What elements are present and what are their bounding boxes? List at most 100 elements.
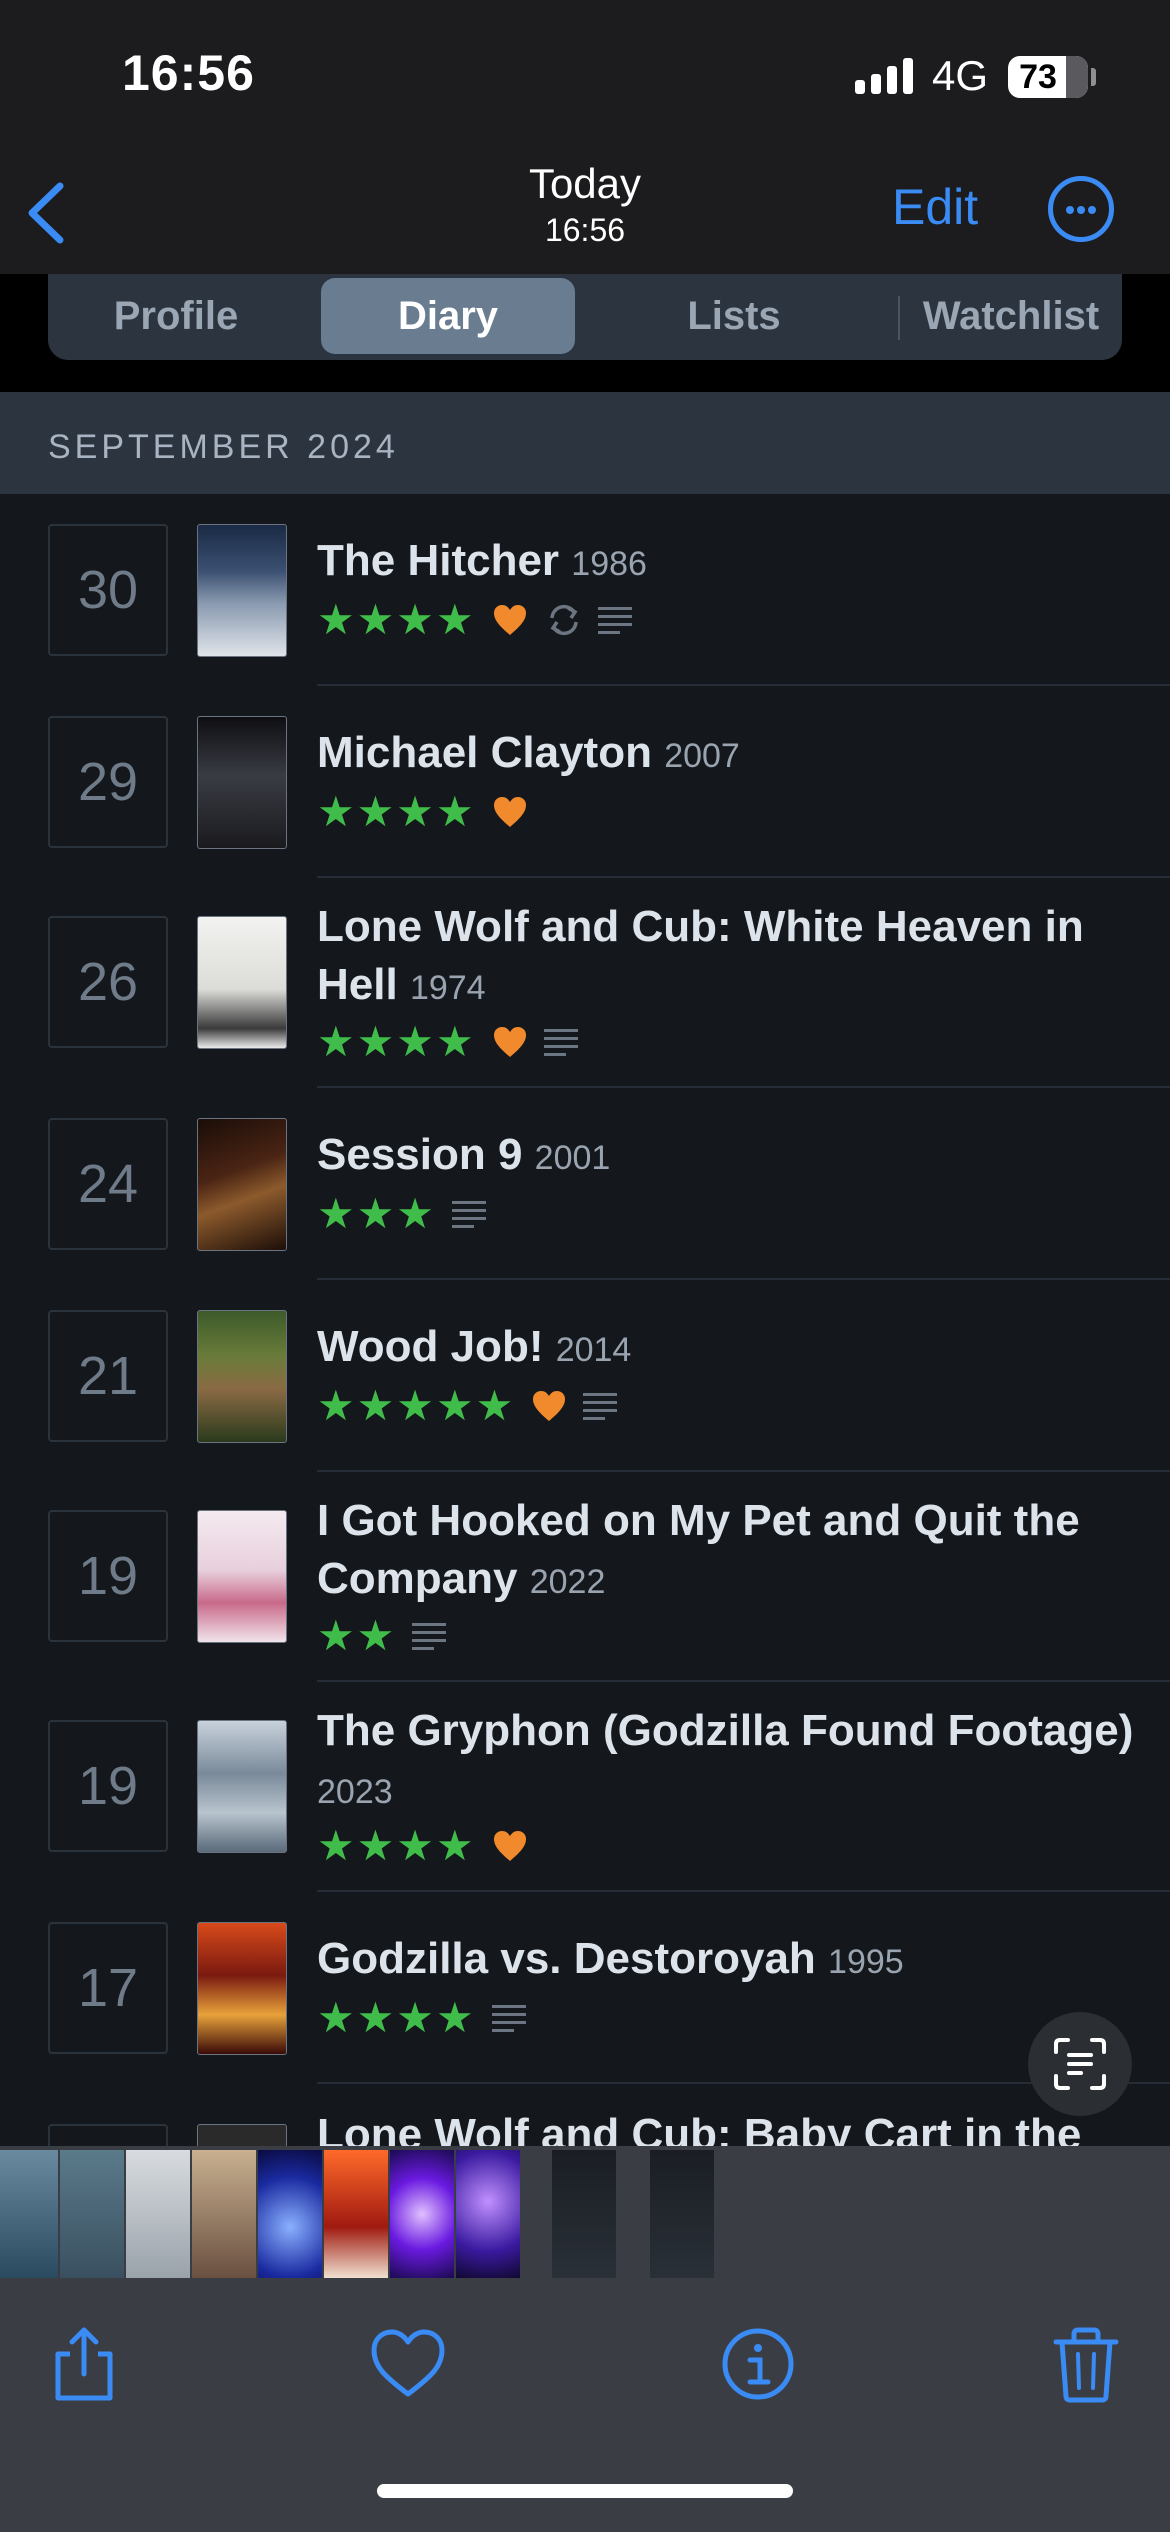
home-indicator[interactable]	[377, 2484, 793, 2498]
film-poster[interactable]	[197, 1118, 287, 1251]
film-title[interactable]: Session 9 2001	[317, 1126, 1137, 1187]
tab-profile[interactable]: Profile	[48, 278, 304, 354]
review-lines-icon	[543, 1029, 578, 1056]
photo-thumbnail[interactable]	[650, 2150, 714, 2278]
diary-entry[interactable]: 17 Godzilla vs. Destoroyah 1995 ★★★★	[0, 1892, 1170, 2084]
film-title[interactable]: The Hitcher 1986	[317, 532, 1137, 593]
diary-entry[interactable]: 19 The Gryphon (Godzilla Found Footage) …	[0, 1682, 1170, 1892]
film-poster[interactable]	[197, 716, 287, 849]
battery-level: 73	[1019, 58, 1057, 96]
film-poster[interactable]	[197, 1510, 287, 1643]
film-year: 2023	[317, 1773, 393, 1811]
navigation-bar: Today 16:56 Edit	[0, 150, 1170, 274]
entry-meta: ★★★★	[317, 1020, 578, 1064]
film-title-text: Michael Clayton	[317, 728, 652, 777]
film-title[interactable]: The Gryphon (Godzilla Found Footage) 202…	[317, 1702, 1137, 1821]
review-lines-icon	[597, 607, 632, 634]
star-rating: ★★★★★	[317, 1382, 516, 1429]
star-rating: ★★★★	[317, 1822, 476, 1869]
film-year: 1986	[571, 545, 647, 583]
film-year: 2007	[664, 737, 740, 775]
ellipsis-circle-icon[interactable]	[1048, 176, 1114, 242]
photo-thumbnail[interactable]	[456, 2150, 520, 2278]
review-lines-icon	[491, 2005, 526, 2032]
diary-entry[interactable]: 21 Wood Job! 2014 ★★★★★	[0, 1280, 1170, 1472]
edit-button[interactable]: Edit	[892, 178, 978, 236]
day-number: 21	[77, 1346, 139, 1406]
photo-thumbnail[interactable]	[258, 2150, 322, 2278]
day-number: 19	[77, 1756, 139, 1816]
share-icon[interactable]	[44, 2324, 124, 2404]
film-year: 2014	[555, 1331, 632, 1369]
day-number: 29	[77, 752, 139, 812]
entry-meta: ★★★★	[317, 598, 632, 642]
nav-title: Today	[528, 160, 642, 207]
month-label: SEPTEMBER 2024	[48, 428, 399, 466]
live-text-button[interactable]	[1028, 2012, 1132, 2116]
tab-lists[interactable]: Lists	[588, 278, 880, 354]
tab-diary[interactable]: Diary	[321, 278, 575, 354]
film-poster[interactable]	[197, 1310, 287, 1443]
tab-watchlist[interactable]: Watchlist	[900, 278, 1122, 354]
day-box: 30	[48, 524, 168, 656]
diary-entry[interactable]: Lone Wolf and Cub: Baby Cart in the	[0, 2084, 1170, 2146]
diary-entry[interactable]: 24 Session 9 2001 ★★★	[0, 1088, 1170, 1280]
diary-entry[interactable]: 19 I Got Hooked on My Pet and Quit the C…	[0, 1472, 1170, 1682]
photo-thumbnail[interactable]	[552, 2150, 616, 2278]
diary-entry[interactable]: 30 The Hitcher 1986 ★★★★	[0, 494, 1170, 686]
star-rating: ★★★★	[317, 1018, 476, 1065]
star-rating: ★★★	[317, 1190, 436, 1237]
film-title[interactable]: Michael Clayton 2007	[317, 724, 1137, 785]
day-box: 29	[48, 716, 168, 848]
photo-thumbnail[interactable]	[192, 2150, 256, 2278]
cellular-signal-icon	[855, 58, 913, 94]
entry-meta: ★★★★	[317, 1824, 528, 1868]
film-poster[interactable]	[197, 1720, 287, 1853]
photo-thumbnail[interactable]	[126, 2150, 190, 2278]
film-title[interactable]: Lone Wolf and Cub: Baby Cart in the	[317, 2106, 1137, 2146]
info-icon[interactable]	[718, 2324, 798, 2404]
trash-icon[interactable]	[1046, 2324, 1126, 2404]
film-title-text: Godzilla vs. Destoroyah	[317, 1934, 816, 1983]
entry-meta: ★★★★	[317, 1996, 526, 2040]
film-title-text: Wood Job!	[317, 1322, 544, 1371]
photo-thumbnail[interactable]	[60, 2150, 124, 2278]
film-title[interactable]: Godzilla vs. Destoroyah 1995	[317, 1930, 1137, 1991]
review-lines-icon	[412, 1623, 447, 1650]
day-box	[48, 2124, 168, 2146]
star-rating: ★★★★	[317, 596, 476, 643]
battery-icon: 73	[1008, 56, 1088, 98]
day-number: 17	[77, 1958, 139, 2018]
heart-outline-icon[interactable]	[368, 2324, 448, 2404]
live-text-icon	[1054, 2038, 1106, 2090]
day-number: 19	[77, 1546, 139, 1606]
photo-thumbnail[interactable]	[390, 2150, 454, 2278]
film-title[interactable]: Lone Wolf and Cub: White Heaven in Hell …	[317, 898, 1137, 1017]
film-title[interactable]: I Got Hooked on My Pet and Quit the Comp…	[317, 1492, 1137, 1611]
photo-thumbnail-strip[interactable]	[0, 2146, 1170, 2282]
heart-icon	[493, 797, 526, 827]
diary-entry[interactable]: 26 Lone Wolf and Cub: White Heaven in He…	[0, 878, 1170, 1088]
photo-thumbnail[interactable]	[0, 2150, 58, 2278]
film-poster[interactable]	[197, 2124, 287, 2146]
film-title-text: Lone Wolf and Cub: Baby Cart in the	[317, 2110, 1082, 2146]
day-number: 30	[77, 560, 139, 620]
star-rating: ★★	[317, 1612, 397, 1659]
film-title[interactable]: Wood Job! 2014	[317, 1318, 1137, 1379]
film-poster[interactable]	[197, 916, 287, 1049]
nav-subtitle: 16:56	[544, 212, 626, 248]
network-type: 4G	[932, 52, 989, 99]
film-title-text: Session 9	[317, 1130, 523, 1179]
film-poster[interactable]	[197, 524, 287, 657]
diary-entry[interactable]: 29 Michael Clayton 2007 ★★★★	[0, 686, 1170, 878]
film-title-text: The Gryphon (Godzilla Found Footage)	[317, 1706, 1134, 1755]
status-time: 16:56	[122, 45, 255, 101]
entry-meta: ★★★	[317, 1192, 486, 1236]
film-year: 1974	[409, 969, 486, 1007]
film-poster[interactable]	[197, 1922, 287, 2055]
day-box: 24	[48, 1118, 168, 1250]
film-year: 2001	[534, 1139, 611, 1177]
star-rating: ★★★★	[317, 788, 476, 835]
photo-thumbnail[interactable]	[324, 2150, 388, 2278]
day-number: 24	[77, 1154, 139, 1214]
